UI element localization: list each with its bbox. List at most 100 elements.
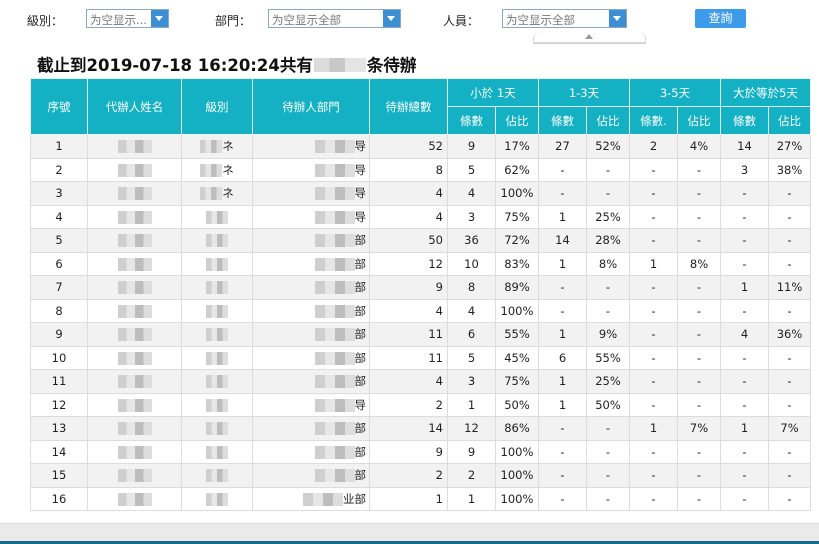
dept-tail: 导 bbox=[354, 397, 367, 412]
cell-total: 14 bbox=[369, 416, 448, 441]
cell-total: 52 bbox=[369, 134, 448, 159]
cell-ratio-1to3: - bbox=[586, 298, 630, 323]
cell-ratio-lt1: 86% bbox=[495, 416, 539, 441]
cell-ratio-3to5: - bbox=[677, 181, 721, 206]
level-select[interactable]: 为空显示... bbox=[86, 9, 169, 28]
redacted-dept bbox=[314, 187, 355, 201]
horizontal-scrollbar[interactable] bbox=[0, 523, 819, 544]
cell-ratio-gte5: - bbox=[768, 463, 811, 488]
cell-dept: 业部 bbox=[252, 486, 370, 511]
cell-level bbox=[181, 204, 253, 229]
person-select[interactable]: 为空显示全部 bbox=[502, 9, 627, 28]
chevron-down-icon[interactable] bbox=[383, 10, 400, 27]
cell-count-gte5: 1 bbox=[720, 416, 769, 441]
cell-count-lt1: 8 bbox=[447, 275, 496, 300]
redacted-name bbox=[117, 234, 152, 248]
query-button[interactable]: 查詢 bbox=[695, 9, 746, 28]
cell-dept: 部 bbox=[252, 228, 370, 253]
cell-count-lt1: 1 bbox=[447, 392, 496, 417]
cell-count-lt1: 3 bbox=[447, 369, 496, 394]
cell-ratio-3to5: - bbox=[677, 486, 721, 511]
redacted-dept bbox=[314, 281, 355, 295]
cell-ratio-gte5: - bbox=[768, 251, 811, 276]
cell-name bbox=[87, 345, 182, 370]
cell-ratio-gte5: 36% bbox=[768, 322, 811, 347]
cell-count-3to5: - bbox=[629, 181, 678, 206]
redacted-count bbox=[313, 58, 366, 72]
cell-count-lt1: 1 bbox=[447, 486, 496, 511]
cell-ratio-1to3: - bbox=[586, 439, 630, 464]
chevron-up-icon bbox=[585, 34, 593, 39]
dept-tail: 导 bbox=[354, 186, 367, 201]
dept-tail: 导 bbox=[354, 209, 367, 224]
cell-ratio-3to5: - bbox=[677, 157, 721, 182]
cell-name bbox=[87, 416, 182, 441]
cell-dept: 部 bbox=[252, 275, 370, 300]
cell-count-1to3: 1 bbox=[538, 251, 587, 276]
dept-tail: 部 bbox=[354, 444, 367, 459]
cell-count-lt1: 4 bbox=[447, 181, 496, 206]
cell-ratio-lt1: 100% bbox=[495, 298, 539, 323]
redacted-dept bbox=[314, 375, 355, 389]
redacted-dept bbox=[314, 328, 355, 342]
cell-level bbox=[181, 298, 253, 323]
cell-count-lt1: 36 bbox=[447, 228, 496, 253]
redacted-level bbox=[206, 492, 228, 506]
cell-level: ネ bbox=[181, 134, 253, 159]
redacted-level bbox=[206, 445, 228, 459]
cell-count-1to3: 1 bbox=[538, 204, 587, 229]
col-level: 級別 bbox=[181, 78, 253, 135]
cell-count-1to3: 6 bbox=[538, 345, 587, 370]
dept-tail: 业部 bbox=[343, 491, 366, 506]
cell-dept: 部 bbox=[252, 416, 370, 441]
level-tail: ネ bbox=[222, 139, 234, 154]
cell-ratio-3to5: - bbox=[677, 298, 721, 323]
cell-name bbox=[87, 228, 182, 253]
cell-name bbox=[87, 298, 182, 323]
cell-count-3to5: - bbox=[629, 463, 678, 488]
chevron-down-icon[interactable] bbox=[151, 10, 168, 27]
cell-total: 9 bbox=[369, 439, 448, 464]
chevron-down-icon[interactable] bbox=[609, 10, 626, 27]
title-prefix: 截止到2019-07-18 16:20:24共有 bbox=[37, 56, 313, 75]
dept-tail: 部 bbox=[354, 468, 367, 483]
cell-name bbox=[87, 322, 182, 347]
redacted-level bbox=[200, 187, 223, 201]
cell-count-3to5: - bbox=[629, 228, 678, 253]
collapse-filter-toggle[interactable] bbox=[533, 33, 646, 44]
cell-dept: 导 bbox=[252, 392, 370, 417]
cell-total: 2 bbox=[369, 463, 448, 488]
cell-ratio-1to3: 50% bbox=[586, 392, 630, 417]
cell-ratio-3to5: - bbox=[677, 204, 721, 229]
dept-tail: 部 bbox=[354, 280, 367, 295]
cell-ratio-lt1: 17% bbox=[495, 134, 539, 159]
cell-level: ネ bbox=[181, 181, 253, 206]
cell-seq: 14 bbox=[30, 439, 88, 464]
cell-count-3to5: - bbox=[629, 369, 678, 394]
dept-tail: 部 bbox=[354, 350, 367, 365]
cell-ratio-3to5: - bbox=[677, 392, 721, 417]
cell-count-3to5: - bbox=[629, 204, 678, 229]
redacted-dept bbox=[314, 304, 355, 318]
cell-ratio-gte5: - bbox=[768, 486, 811, 511]
cell-count-lt1: 4 bbox=[447, 298, 496, 323]
cell-count-gte5: - bbox=[720, 369, 769, 394]
redacted-dept bbox=[314, 445, 355, 459]
redacted-dept bbox=[303, 492, 343, 506]
cell-ratio-3to5: - bbox=[677, 439, 721, 464]
cell-count-1to3: 14 bbox=[538, 228, 587, 253]
redacted-level bbox=[206, 210, 228, 224]
cell-count-1to3: - bbox=[538, 181, 587, 206]
cell-level bbox=[181, 369, 253, 394]
cell-name bbox=[87, 251, 182, 276]
department-select[interactable]: 为空显示全部 bbox=[268, 9, 401, 28]
cell-count-gte5: 1 bbox=[720, 275, 769, 300]
cell-seq: 6 bbox=[30, 251, 88, 276]
cell-ratio-lt1: 100% bbox=[495, 439, 539, 464]
col-seq: 序號 bbox=[30, 78, 88, 135]
cell-ratio-1to3: 52% bbox=[586, 134, 630, 159]
department-select-value: 为空显示全部 bbox=[272, 13, 341, 27]
redacted-level bbox=[206, 469, 228, 483]
cell-count-gte5: - bbox=[720, 486, 769, 511]
cell-count-3to5: 1 bbox=[629, 251, 678, 276]
